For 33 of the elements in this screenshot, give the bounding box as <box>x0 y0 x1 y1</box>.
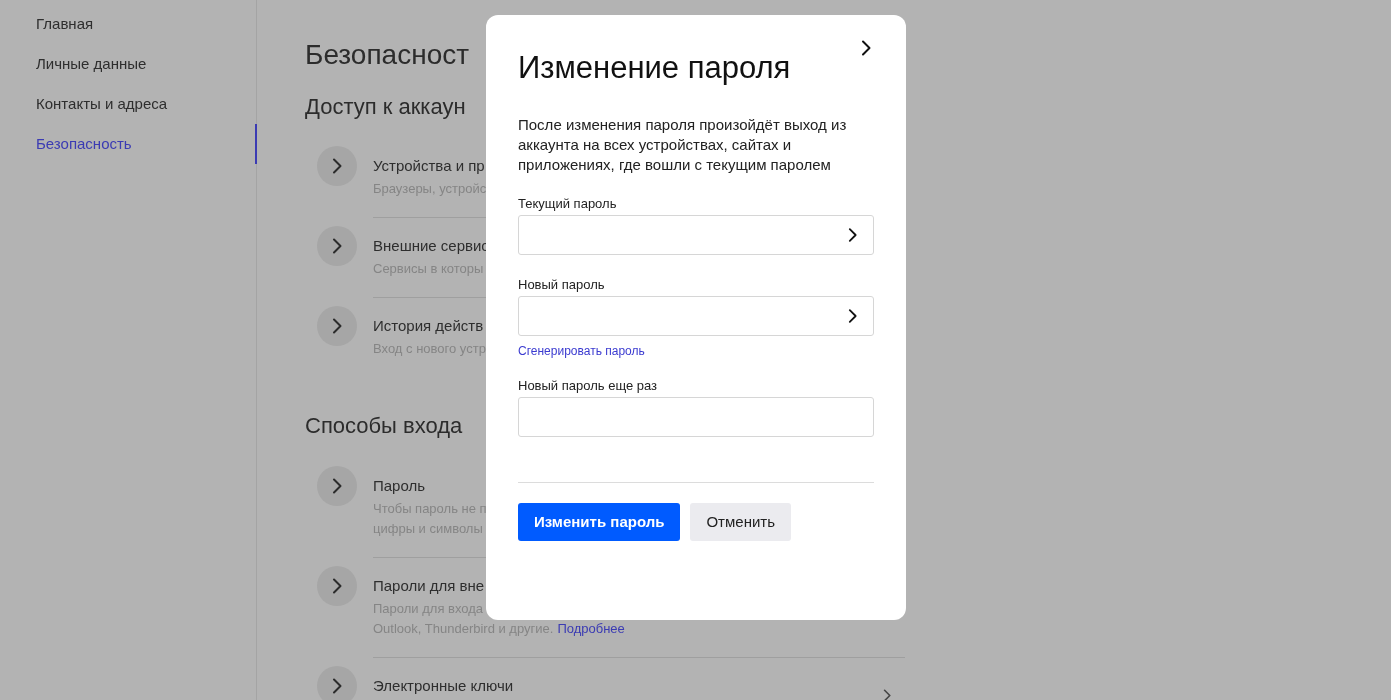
sidebar-item[interactable]: Главная <box>0 4 257 44</box>
item-title[interactable]: Пароли для вне <box>373 576 485 596</box>
change-password-button[interactable]: Изменить пароль <box>518 503 681 541</box>
more-link[interactable]: Подробнее <box>557 619 625 639</box>
item-title[interactable]: Пароль <box>373 476 426 496</box>
field-label: Новый пароль еще раз <box>518 377 658 395</box>
password-field[interactable] <box>518 296 874 336</box>
close-button[interactable] <box>859 39 873 57</box>
item-title[interactable]: Внешние сервис <box>373 236 489 256</box>
chevron-right-icon <box>861 40 871 56</box>
page-title: Безопасност <box>305 38 470 72</box>
field-label: Текущий пароль <box>518 195 617 213</box>
password-field[interactable] <box>518 215 874 255</box>
item-title[interactable]: Электронные ключи <box>373 676 514 696</box>
dialog-description: После изменения пароля произойдёт выход из аккаунта на всех устройствах, сайтах и приложениях, где вошли с текущим паролем <box>518 115 848 175</box>
generate-password-link[interactable]: Сгенерировать пароль <box>518 343 645 359</box>
chevron-right-icon <box>332 238 342 254</box>
chevron-right-icon <box>332 578 342 594</box>
item-title[interactable]: Устройства и пр <box>373 156 485 176</box>
cancel-button[interactable]: Отменить <box>690 503 791 541</box>
section-heading: Способы входа <box>305 412 463 440</box>
password-field[interactable] <box>518 397 874 437</box>
section-heading: Доступ к аккаун <box>305 93 466 121</box>
dialog-title: Изменение пароля <box>518 50 791 86</box>
sidebar-item[interactable]: Контакты и адреса <box>0 84 257 124</box>
chevron-right-icon <box>332 158 342 174</box>
chevron-right-icon <box>332 678 342 694</box>
chevron-right-icon <box>332 478 342 494</box>
sidebar-item[interactable]: Личные данные <box>0 44 257 84</box>
item-title[interactable]: История действ <box>373 316 484 336</box>
field-label: Новый пароль <box>518 276 605 294</box>
chevron-right-icon <box>332 318 342 334</box>
sidebar-item[interactable]: Безопасность <box>0 124 257 164</box>
